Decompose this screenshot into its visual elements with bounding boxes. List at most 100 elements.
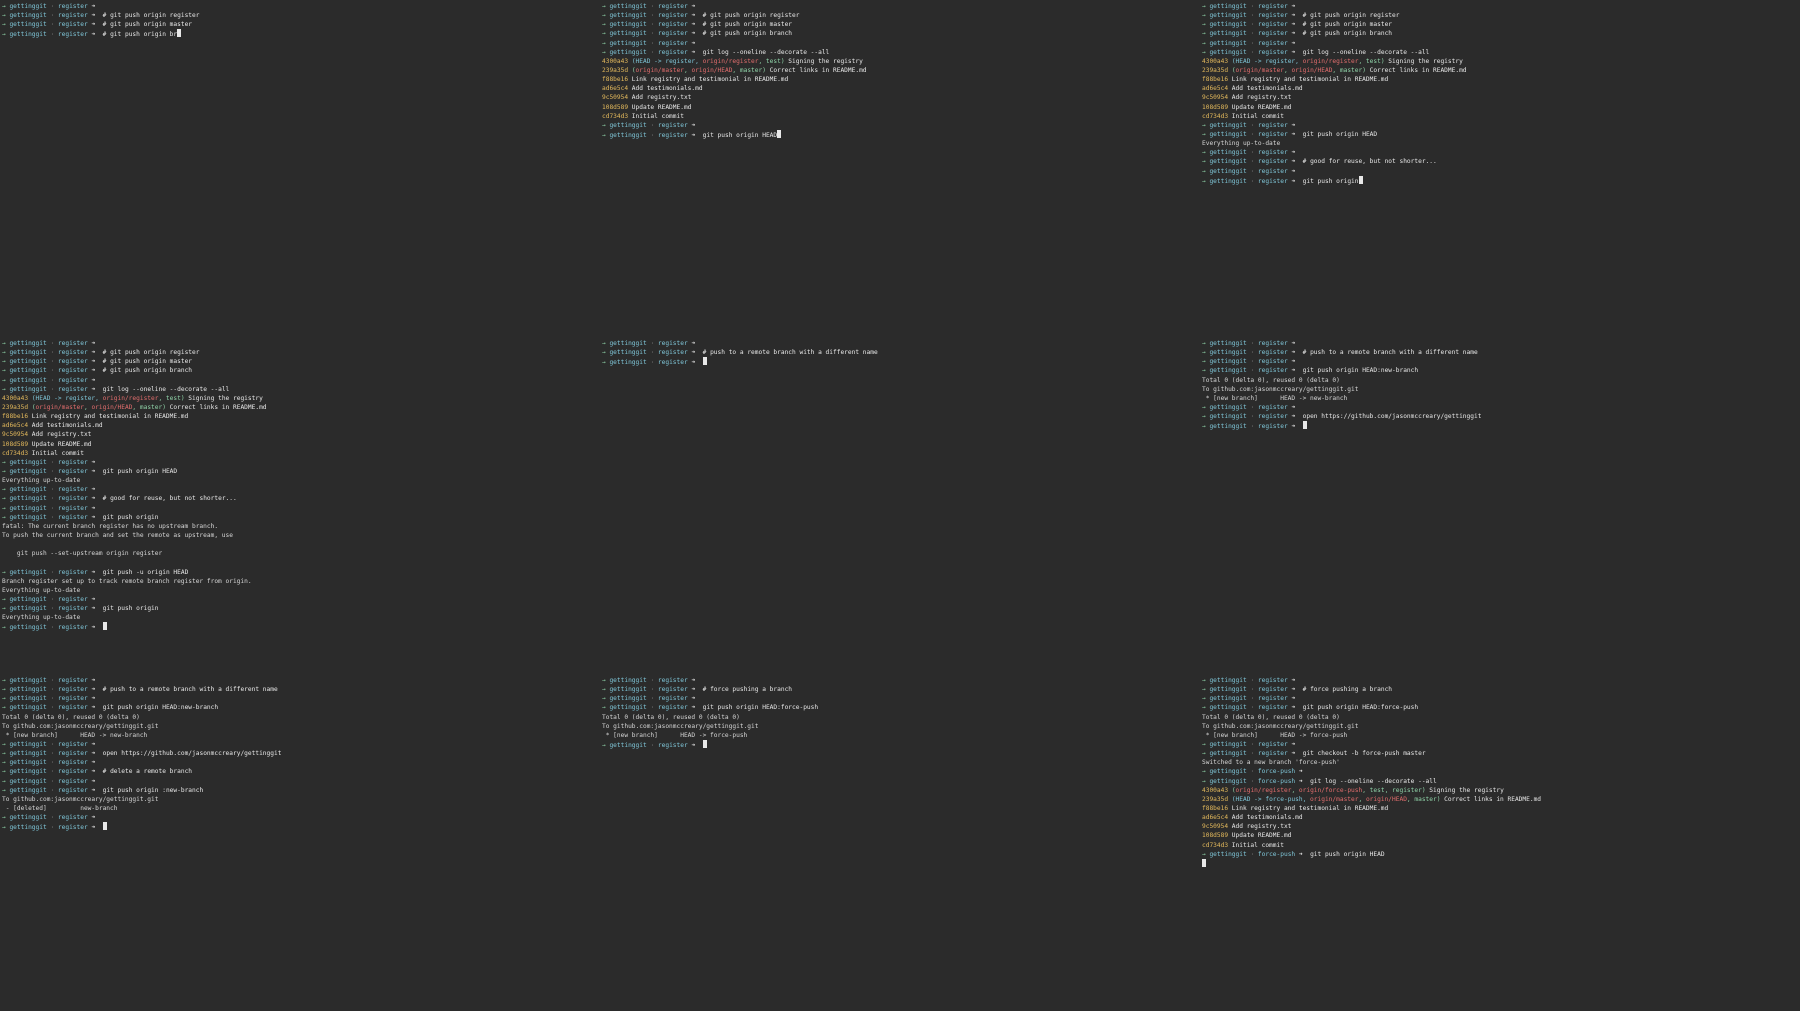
prompt-separator: · [1246,39,1258,47]
prompt-separator: · [1246,423,1258,431]
prompt-branch: register [657,48,688,56]
terminal-line: → gettinggit · register ➜ [602,694,1198,703]
prompt-branch: register [57,786,88,794]
commit-hash: cd734d3 [1202,841,1229,849]
prompt-branch: register [57,568,88,576]
prompt-separator: · [1246,21,1258,29]
terminal-pane[interactable]: → gettinggit · register ➜ → gettinggit ·… [1200,337,1800,674]
terminal-line: ad6e5c4 Add testimonials.md [1202,84,1798,93]
prompt-branch: register [1257,149,1288,157]
commit-hash: 239a35d [1202,66,1229,74]
terminal-pane[interactable]: → gettinggit · register ➜ → gettinggit ·… [1200,674,1800,1011]
terminal-pane[interactable]: → gettinggit · register ➜ → gettinggit ·… [0,674,600,1011]
terminal-pane[interactable]: → gettinggit · register ➜ → gettinggit ·… [0,0,600,337]
terminal-line: → gettinggit · register ➜ open https://g… [1202,412,1798,421]
prompt-branch: register [1257,3,1288,10]
terminal-pane[interactable]: → gettinggit · register ➜ → gettinggit ·… [1200,0,1800,337]
terminal-line: → gettinggit · register ➜ git push origi… [1202,130,1798,139]
prompt-branch: register [57,504,88,512]
commit-ref: , master) [1332,66,1366,74]
terminal-line: * [new branch] HEAD -> force-push [602,731,1198,740]
commit-ref: (HEAD -> register, [31,394,103,402]
prompt-symbol: ➜ [87,467,103,475]
commit-hash: 239a35d [1202,795,1229,803]
prompt-separator: · [1246,121,1258,129]
terminal-line: → gettinggit · register ➜ # force pushin… [602,685,1198,694]
commit-message: Update README.md [1228,832,1292,840]
prompt-separator: · [1246,677,1258,684]
cursor-block[interactable] [1202,858,1206,867]
cursor-block[interactable] [702,739,707,748]
command-text: git push origin HEAD [702,131,778,139]
cursor-block[interactable] [702,357,707,366]
prompt-directory: gettinggit [609,30,647,38]
commit-message: Add testimonials.md [1228,814,1303,822]
cursor-block[interactable] [177,29,182,38]
output-text: Everything up-to-date [2,477,81,485]
prompt-symbol: ➜ [87,568,103,576]
prompt-directory: gettinggit [609,349,647,357]
commit-message: Link registry and testimonial in README.… [1228,804,1389,812]
commit-ref: , master) [132,403,166,411]
prompt-branch: register [57,340,88,347]
commit-hash: 9c50954 [1202,94,1229,102]
cursor-block[interactable] [1302,421,1307,430]
prompt-branch: register [1257,704,1288,712]
prompt-branch: register [57,458,88,466]
commit-message: Add registry.txt [1228,94,1292,102]
prompt-branch: register [57,704,88,712]
prompt-separator: · [46,31,58,39]
terminal-pane[interactable]: → gettinggit · register ➜ → gettinggit ·… [600,674,1200,1011]
prompt-separator: · [46,605,58,613]
terminal-pane[interactable]: → gettinggit · register ➜ → gettinggit ·… [0,337,600,674]
cursor-block[interactable] [102,622,107,631]
prompt-directory: gettinggit [9,624,47,632]
prompt-directory: gettinggit [1209,704,1247,712]
commit-message: Update README.md [28,440,92,448]
output-text: Switched to a new branch 'force-push' [1202,759,1340,767]
prompt-directory: gettinggit [609,39,647,47]
prompt-separator: · [1246,413,1258,421]
command-text: git log --oneline --decorate --all [102,385,230,393]
prompt-branch: register [57,486,88,494]
commit-message: Initial commit [628,112,684,120]
terminal-line: → gettinggit · register ➜ [1202,357,1798,366]
terminal-line: → gettinggit · register ➜ [2,822,598,831]
cursor-block[interactable] [777,129,782,138]
terminal-line: → gettinggit · register ➜ # git push ori… [602,29,1198,38]
terminal-line: 9c50954 Add registry.txt [1202,822,1798,831]
commit-ref: origin/HEAD [1291,66,1333,74]
prompt-separator: · [46,504,58,512]
command-text: # git push origin register [102,349,200,357]
terminal-line: 9c50954 Add registry.txt [1202,93,1798,102]
terminal-line: Everything up-to-date [2,476,598,485]
terminal-line: Everything up-to-date [2,586,598,595]
output-text: To github.com:jasonmccreary/gettinggit.g… [1202,385,1359,393]
prompt-symbol: ➜ [1287,30,1303,38]
prompt-directory: gettinggit [9,349,47,357]
prompt-separator: · [46,686,58,694]
command-text: git log --oneline --decorate --all [1302,48,1430,56]
prompt-symbol: ➜ [87,740,103,748]
command-text: # push to a remote branch with a differe… [102,686,278,694]
output-text: Everything up-to-date [2,614,81,622]
output-text: To github.com:jasonmccreary/gettinggit.g… [2,722,159,730]
terminal-line: → gettinggit · register ➜ git push origi… [602,129,1198,139]
prompt-directory: gettinggit [609,12,647,20]
prompt-branch: register [1257,367,1288,375]
terminal-pane[interactable]: → gettinggit · register ➜ → gettinggit ·… [600,337,1200,674]
prompt-separator: · [46,486,58,494]
output-text: * [new branch] HEAD -> new-branch [2,731,148,739]
prompt-separator: · [1246,777,1258,785]
terminal-pane[interactable]: → gettinggit · register ➜ → gettinggit ·… [600,0,1200,337]
cursor-block[interactable] [1358,175,1363,184]
prompt-separator: · [46,340,58,347]
prompt-symbol: ➜ [687,359,703,367]
prompt-separator: · [46,385,58,393]
cursor-block[interactable] [102,822,107,831]
prompt-directory: gettinggit [1209,677,1247,684]
prompt-branch: register [1257,177,1288,185]
prompt-separator: · [1246,158,1258,166]
commit-message: Link registry and testimonial in README.… [28,413,189,421]
